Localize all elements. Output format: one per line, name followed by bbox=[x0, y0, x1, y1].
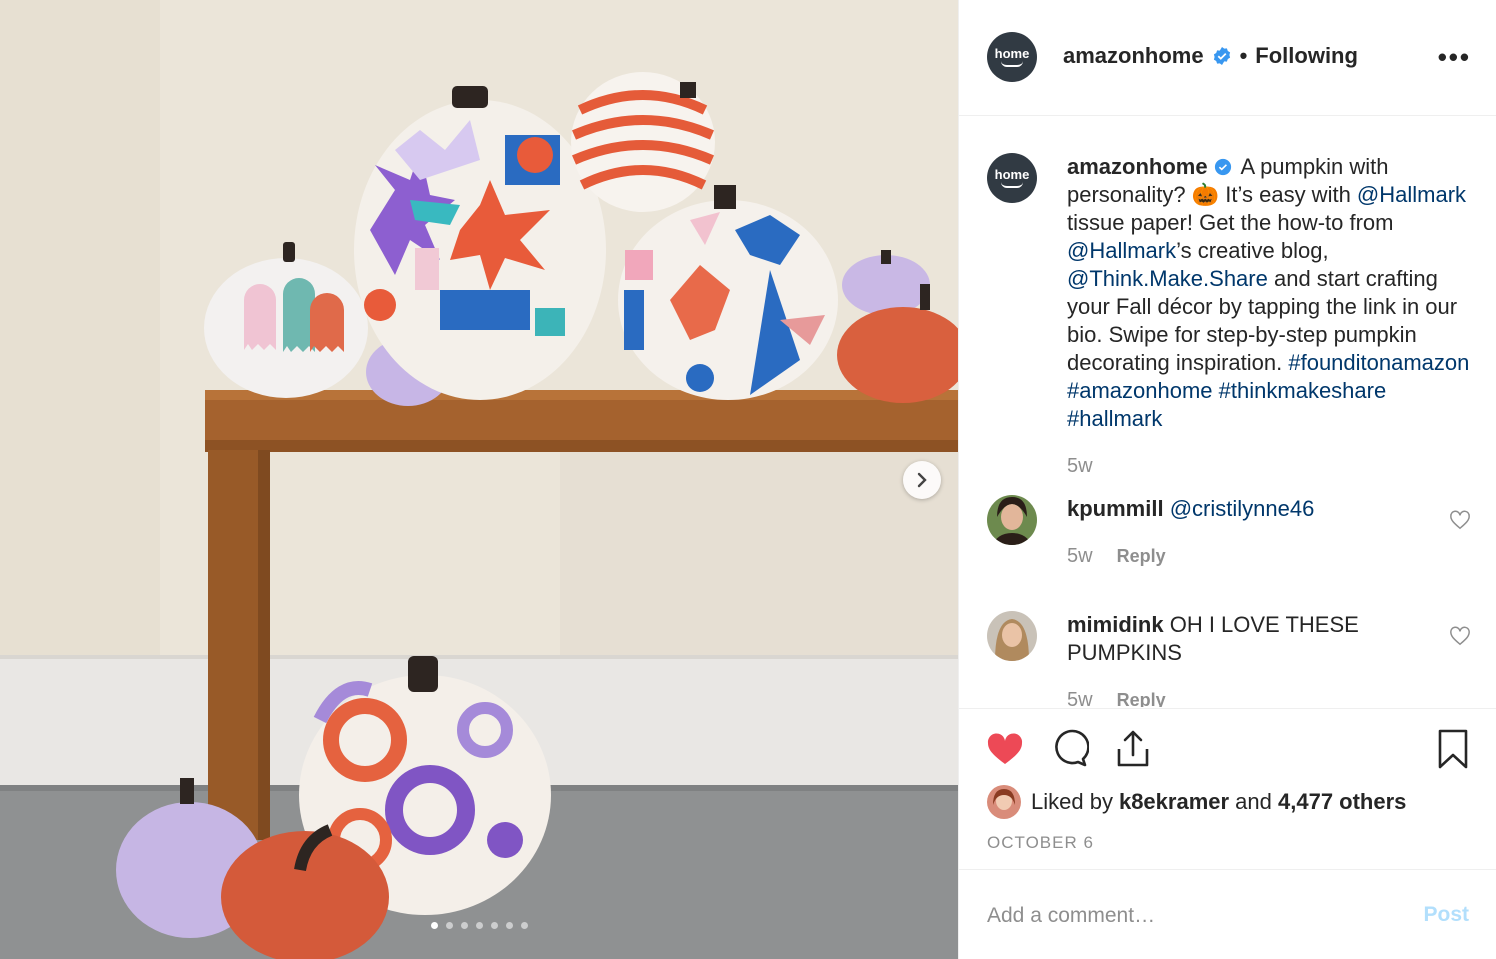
comment-time: 5w bbox=[1067, 545, 1093, 567]
likes-summary: Liked by k8ekramer and 4,477 others bbox=[987, 785, 1406, 819]
likes-middle: and bbox=[1229, 789, 1278, 814]
more-options-icon[interactable]: ••• bbox=[1438, 44, 1471, 70]
caption-text-segment: tissue paper! Get the how-to from bbox=[1067, 210, 1394, 235]
pumpkin-emoji-icon: 🎃 bbox=[1191, 182, 1220, 207]
comment-text: kpummill @cristilynne46 bbox=[1067, 495, 1479, 523]
carousel-dot bbox=[505, 922, 513, 929]
account-avatar[interactable]: home bbox=[987, 32, 1037, 82]
caption-avatar[interactable]: home bbox=[987, 153, 1037, 203]
caption: home amazonhome A pumpkin with personali… bbox=[987, 117, 1477, 487]
comment-meta: 5w Reply bbox=[1067, 689, 1166, 707]
carousel-dot bbox=[430, 922, 438, 929]
pumpkins-image bbox=[0, 0, 958, 959]
carousel-dot bbox=[520, 922, 528, 929]
header-name-row: amazonhome • Following bbox=[1063, 43, 1358, 69]
comment-meta: 5w Reply bbox=[1067, 545, 1166, 568]
commenter-avatar[interactable] bbox=[987, 495, 1037, 545]
caption-text-segment: It’s easy with bbox=[1219, 182, 1357, 207]
comments-section: home amazonhome A pumpkin with personali… bbox=[959, 117, 1496, 707]
chevron-right-icon bbox=[917, 472, 927, 488]
like-comment-icon[interactable] bbox=[1449, 509, 1471, 531]
like-heart-icon[interactable] bbox=[985, 729, 1025, 769]
striped-pumpkin bbox=[571, 72, 715, 212]
bookmark-icon[interactable] bbox=[1433, 729, 1473, 769]
reply-button[interactable]: Reply bbox=[1117, 546, 1166, 566]
separator-dot: • bbox=[1239, 43, 1248, 68]
carousel-dot bbox=[475, 922, 483, 929]
next-photo-button[interactable] bbox=[903, 461, 941, 499]
post-sidebar: home amazonhome • Following ••• home ama… bbox=[958, 0, 1496, 959]
likes-others[interactable]: 4,477 others bbox=[1278, 789, 1406, 815]
carousel-dot bbox=[490, 922, 498, 929]
comment-username[interactable]: mimidink bbox=[1067, 612, 1164, 637]
mention-link[interactable]: @Think.Make.Share bbox=[1067, 266, 1268, 291]
commenter-avatar[interactable] bbox=[987, 611, 1037, 661]
reply-button[interactable]: Reply bbox=[1117, 690, 1166, 707]
comment-time: 5w bbox=[1067, 689, 1093, 707]
verified-badge-icon bbox=[1213, 47, 1230, 65]
avatar-text: home bbox=[994, 167, 1030, 182]
comment-input[interactable] bbox=[987, 898, 1387, 934]
comment-text: mimidink OH I LOVE THESE PUMPKINS bbox=[1067, 611, 1479, 667]
following-button[interactable]: Following bbox=[1255, 43, 1358, 69]
action-bar: Liked by k8ekramer and 4,477 others OCTO… bbox=[959, 708, 1496, 959]
smile-logo-icon bbox=[1001, 182, 1023, 188]
liker-avatar[interactable] bbox=[987, 785, 1021, 819]
hashtag-link[interactable]: #thinkmakeshare bbox=[1219, 378, 1387, 403]
caption-text-segment: ’s creative blog, bbox=[1176, 238, 1329, 263]
share-icon[interactable] bbox=[1113, 729, 1153, 769]
account-name[interactable]: amazonhome bbox=[1063, 43, 1204, 69]
hashtag-link[interactable]: #amazonhome bbox=[1067, 378, 1213, 403]
caption-time: 5w bbox=[1067, 455, 1093, 477]
carousel-dot bbox=[445, 922, 453, 929]
carousel-indicator bbox=[0, 922, 958, 929]
comment-icon[interactable] bbox=[1049, 729, 1089, 769]
hashtag-link[interactable]: #hallmark bbox=[1067, 406, 1162, 431]
post-header: home amazonhome • Following ••• bbox=[959, 0, 1496, 116]
post-photo[interactable] bbox=[0, 0, 958, 959]
comment-mention[interactable]: @cristilynne46 bbox=[1170, 496, 1315, 521]
user-photo-icon bbox=[987, 785, 1021, 819]
user-photo-icon bbox=[987, 611, 1037, 661]
carousel-dot bbox=[460, 922, 468, 929]
user-photo-icon bbox=[987, 495, 1037, 545]
avatar-text: home bbox=[994, 46, 1030, 61]
caption-username[interactable]: amazonhome bbox=[1067, 154, 1208, 179]
like-comment-icon[interactable] bbox=[1449, 625, 1471, 647]
hashtag-link[interactable]: #founditonamazon bbox=[1288, 350, 1469, 375]
post-date: OCTOBER 6 bbox=[987, 833, 1094, 852]
mention-link[interactable]: @Hallmark bbox=[1357, 182, 1466, 207]
add-comment-bar: Post bbox=[959, 869, 1496, 959]
mention-link[interactable]: @Hallmark bbox=[1067, 238, 1176, 263]
liker-username[interactable]: k8ekramer bbox=[1119, 789, 1229, 815]
smile-logo-icon bbox=[1001, 61, 1023, 67]
post-comment-button[interactable]: Post bbox=[1423, 903, 1469, 927]
comment-username[interactable]: kpummill bbox=[1067, 496, 1164, 521]
comment-item: mimidink OH I LOVE THESE PUMPKINS 5w Repl… bbox=[987, 611, 1477, 707]
comment-item: kpummill @cristilynne46 5w Reply bbox=[987, 495, 1477, 595]
likes-prefix: Liked by bbox=[1031, 789, 1113, 814]
verified-badge-icon bbox=[1214, 158, 1231, 176]
caption-text: amazonhome A pumpkin with personality? 🎃… bbox=[1067, 153, 1479, 433]
